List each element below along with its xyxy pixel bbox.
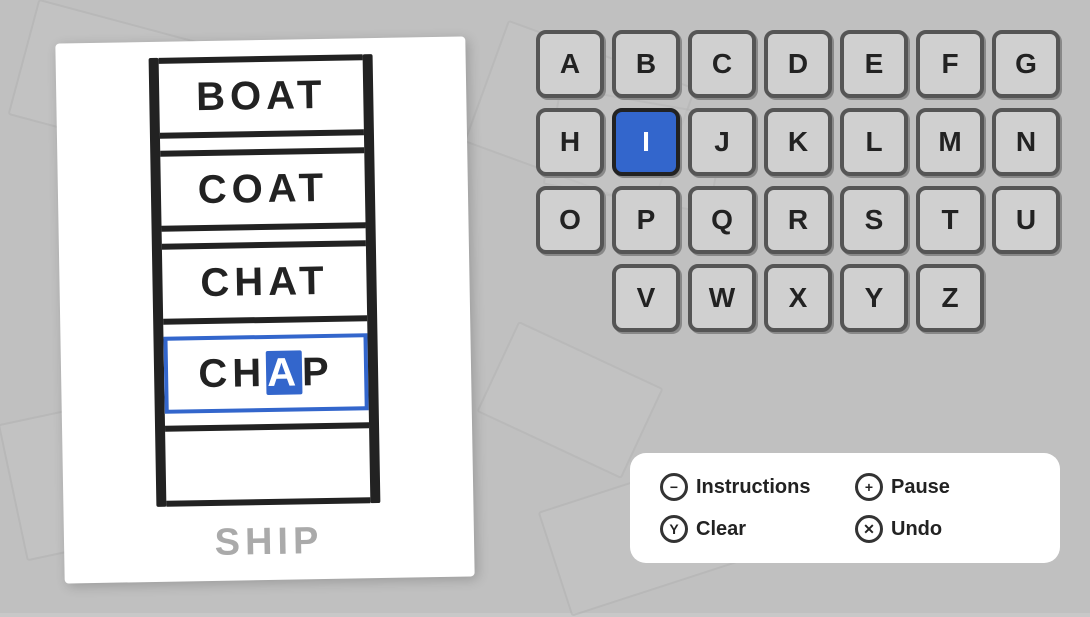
pause-label: Pause bbox=[891, 476, 950, 499]
rung-chap-active: CHAP bbox=[164, 333, 369, 414]
key-H[interactable]: H bbox=[536, 108, 604, 176]
instructions-label: Instructions bbox=[696, 476, 810, 499]
key-I[interactable]: I bbox=[612, 108, 680, 176]
control-clear[interactable]: Y Clear bbox=[660, 515, 835, 543]
key-U[interactable]: U bbox=[992, 186, 1060, 254]
rungs-container: BOAT COAT CHAT CHAP bbox=[159, 54, 370, 506]
x-icon: ✕ bbox=[855, 515, 883, 543]
key-D[interactable]: D bbox=[764, 30, 832, 98]
key-W[interactable]: W bbox=[688, 264, 756, 332]
rung-chat: CHAT bbox=[162, 240, 367, 325]
key-Y[interactable]: Y bbox=[840, 264, 908, 332]
undo-label: Undo bbox=[891, 518, 942, 541]
target-word: SHIP bbox=[214, 520, 323, 564]
key-L[interactable]: L bbox=[840, 108, 908, 176]
key-N[interactable]: N bbox=[992, 108, 1060, 176]
key-Q[interactable]: Q bbox=[688, 186, 756, 254]
clear-label: Clear bbox=[696, 518, 746, 541]
keyboard: A B C D E F G H I J K L M N O P Q R S T … bbox=[536, 30, 1060, 332]
control-undo[interactable]: ✕ Undo bbox=[855, 515, 1030, 543]
target-word-container: SHIP bbox=[214, 504, 324, 565]
word-coat: COAT bbox=[197, 166, 328, 213]
plus-icon: + bbox=[855, 473, 883, 501]
word-chat: CHAT bbox=[200, 259, 329, 306]
key-A[interactable]: A bbox=[536, 30, 604, 98]
key-R[interactable]: R bbox=[764, 186, 832, 254]
key-B[interactable]: B bbox=[612, 30, 680, 98]
key-row-1: A B C D E F G bbox=[536, 30, 1060, 98]
key-F[interactable]: F bbox=[916, 30, 984, 98]
controls-panel: − Instructions + Pause Y Clear ✕ Undo bbox=[630, 453, 1060, 563]
rung-empty: XXXX bbox=[165, 422, 370, 507]
minus-icon: − bbox=[660, 473, 688, 501]
key-S[interactable]: S bbox=[840, 186, 908, 254]
key-row-3: O P Q R S T U bbox=[536, 186, 1060, 254]
word-empty: XXXX bbox=[204, 441, 331, 488]
key-J[interactable]: J bbox=[688, 108, 756, 176]
key-row-4: V W X Y Z bbox=[536, 264, 1060, 332]
key-C[interactable]: C bbox=[688, 30, 756, 98]
rung-coat: COAT bbox=[161, 147, 366, 232]
key-Z[interactable]: Z bbox=[916, 264, 984, 332]
key-V[interactable]: V bbox=[612, 264, 680, 332]
key-G[interactable]: G bbox=[992, 30, 1060, 98]
key-X[interactable]: X bbox=[764, 264, 832, 332]
control-pause[interactable]: + Pause bbox=[855, 473, 1030, 501]
y-icon: Y bbox=[660, 515, 688, 543]
word-chap: CHAP bbox=[198, 350, 334, 397]
key-E[interactable]: E bbox=[840, 30, 908, 98]
key-O[interactable]: O bbox=[536, 186, 604, 254]
word-ladder-paper: BOAT COAT CHAT CHAP bbox=[55, 36, 474, 583]
key-M[interactable]: M bbox=[916, 108, 984, 176]
key-P[interactable]: P bbox=[612, 186, 680, 254]
rung-boat: BOAT bbox=[159, 54, 364, 139]
highlight-a: A bbox=[266, 350, 303, 395]
key-T[interactable]: T bbox=[916, 186, 984, 254]
key-K[interactable]: K bbox=[764, 108, 832, 176]
key-row-2: H I J K L M N bbox=[536, 108, 1060, 176]
control-instructions[interactable]: − Instructions bbox=[660, 473, 835, 501]
word-boat: BOAT bbox=[196, 73, 327, 120]
